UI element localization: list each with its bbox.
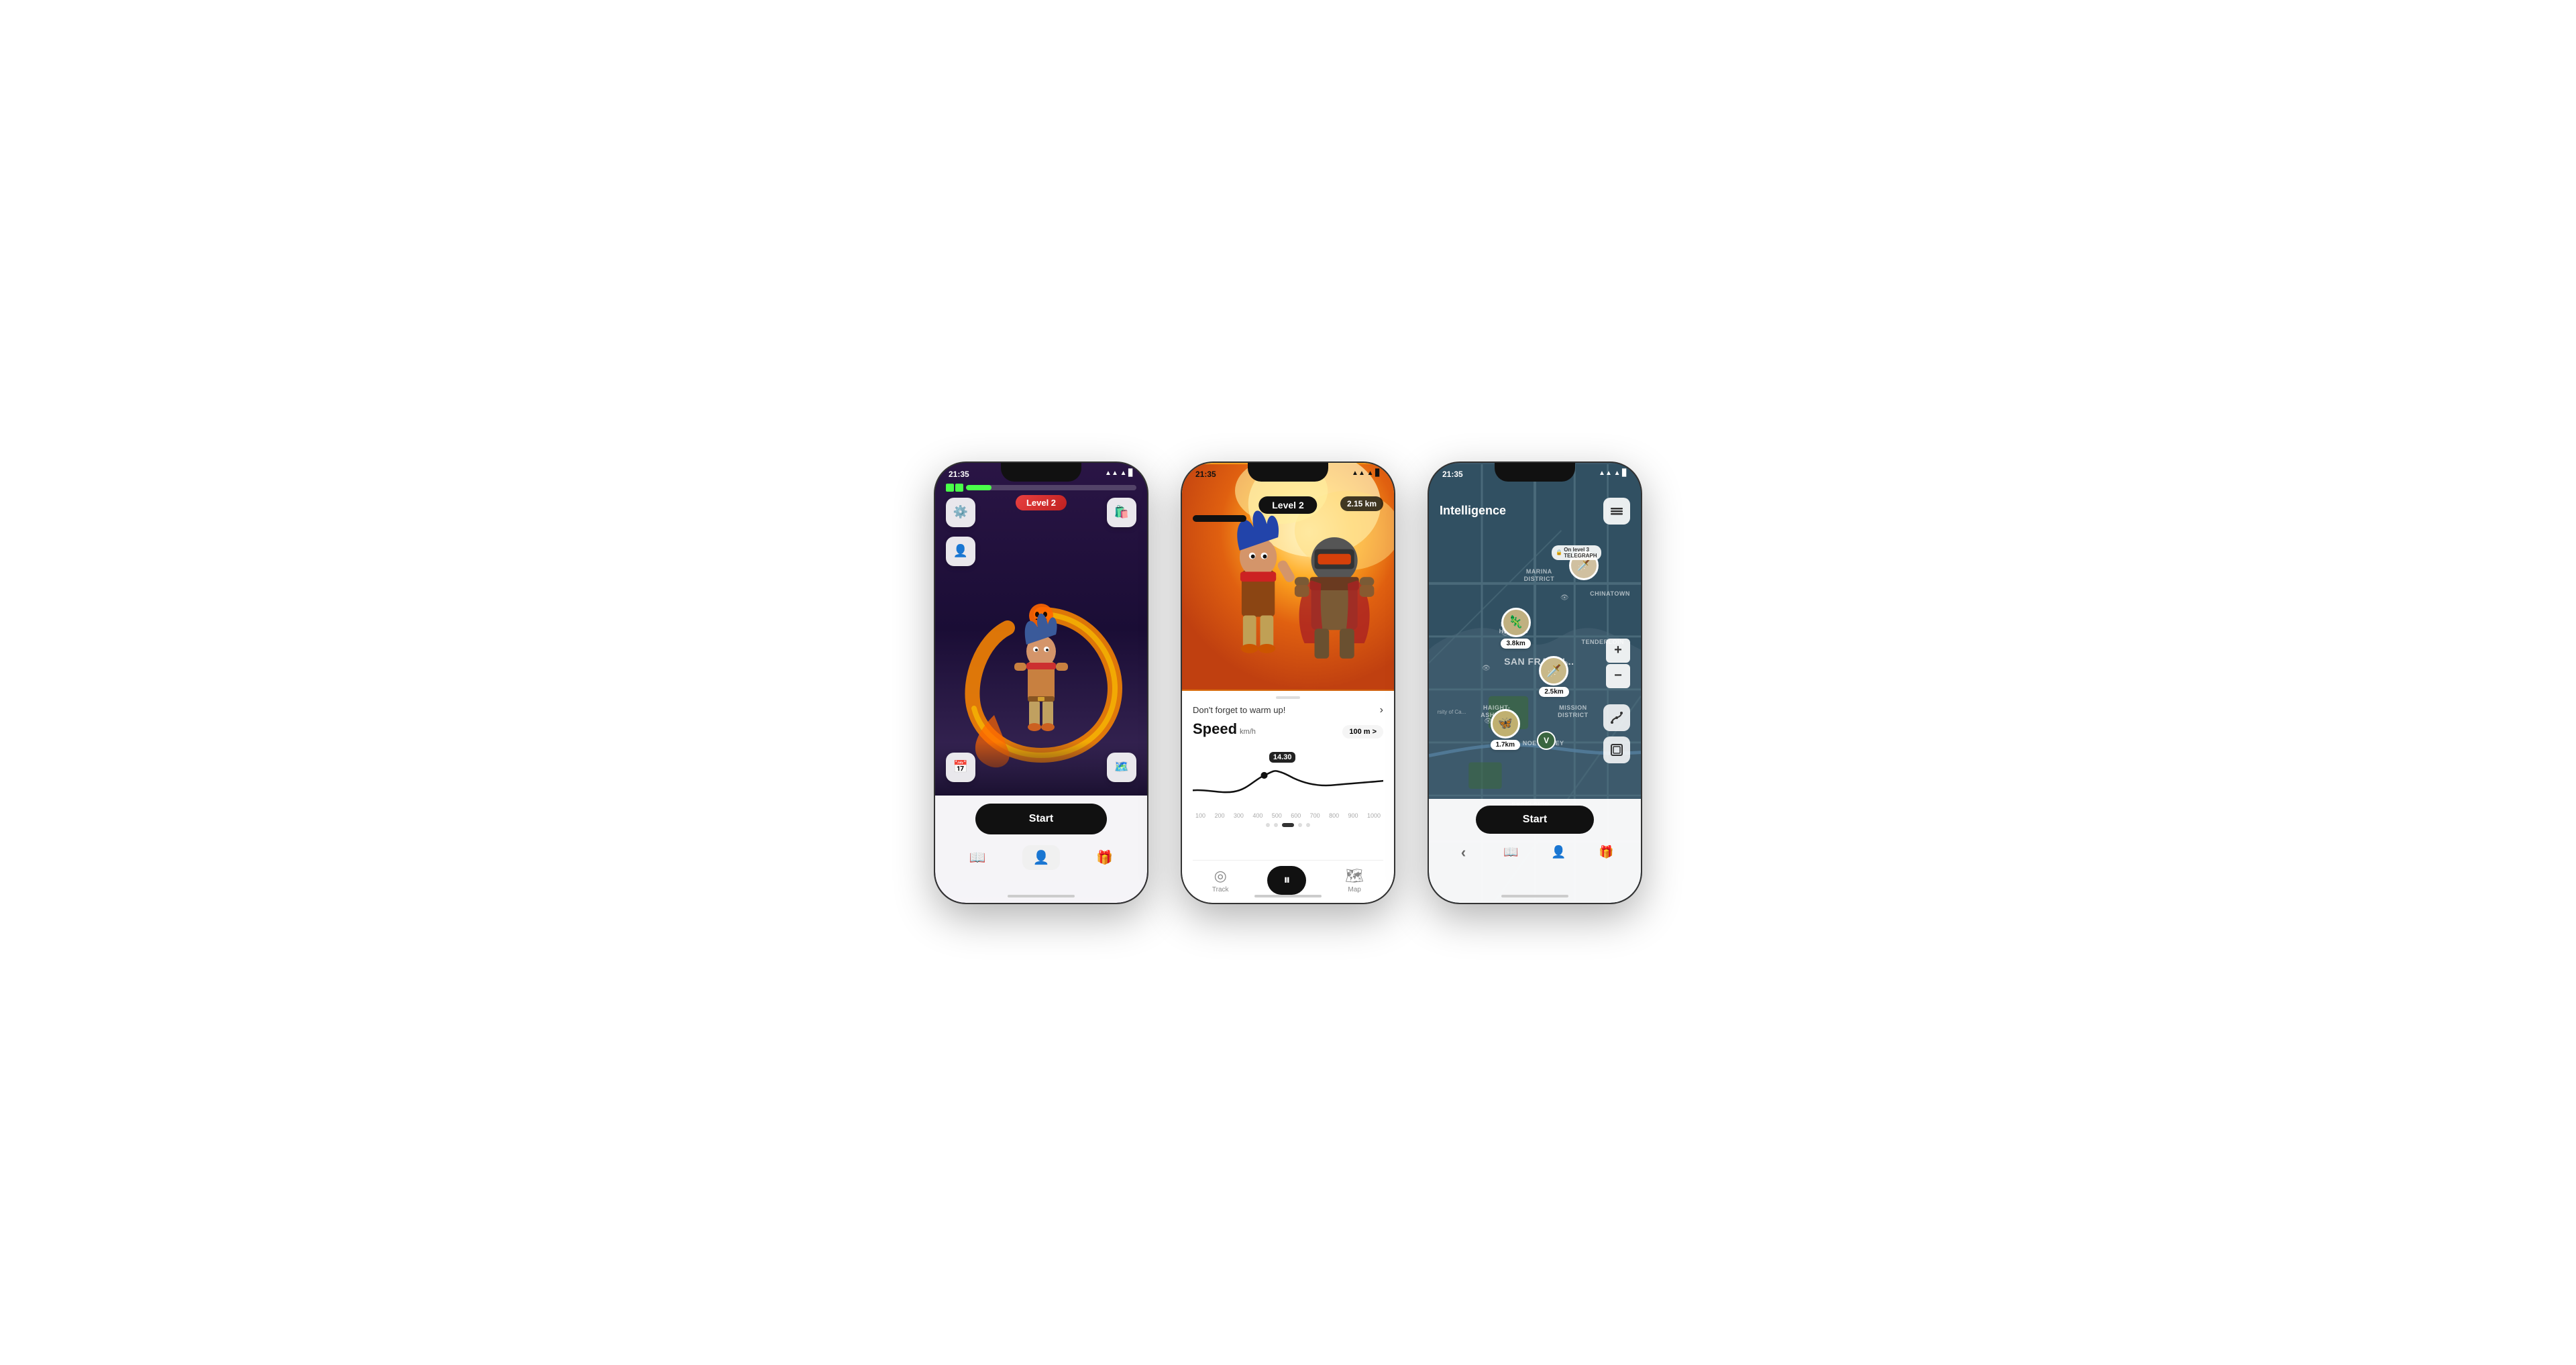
eye-icon-5: 👁: [1560, 594, 1569, 602]
zoom-out-button[interactable]: −: [1606, 664, 1630, 688]
status-time-3: 21:35: [1442, 470, 1463, 479]
distance-chip[interactable]: 100 m >: [1342, 725, 1383, 739]
track-label: Track: [1212, 886, 1229, 893]
phones-container: 21:35 ▲▲ ▲ ▊: [907, 435, 1669, 931]
tab-gift-3[interactable]: 🎁: [1593, 842, 1620, 863]
start-button-1[interactable]: Start: [975, 804, 1107, 834]
tab-book-1[interactable]: 📖: [959, 845, 997, 870]
start-button-3[interactable]: Start: [1476, 806, 1594, 834]
map-label: Map: [1348, 886, 1360, 893]
marker-1-7km[interactable]: 🦋 1.7km: [1491, 709, 1520, 750]
dot-1: [1266, 823, 1270, 827]
warm-up-text: Don't forget to warm up!: [1193, 705, 1285, 715]
layers-button[interactable]: [1603, 498, 1630, 525]
speed-row: Speed km/h 100 m >: [1193, 720, 1383, 739]
warm-up-row: Don't forget to warm up! ›: [1193, 704, 1383, 716]
status-icons-2: ▲▲ ▲ ▊: [1352, 470, 1381, 477]
phone-3: 21:35 ▲▲ ▲ ▊: [1428, 461, 1642, 904]
marker-2-5km[interactable]: 🗡️ 2.5km: [1539, 656, 1568, 697]
map-button[interactable]: 🗺️: [1107, 753, 1136, 782]
person-button[interactable]: 👤: [946, 537, 975, 566]
calendar-button[interactable]: 📅: [946, 753, 975, 782]
tab-map-2[interactable]: 🗺 Map: [1345, 867, 1364, 893]
chart-x-labels: 100 200 300 400 500 600 700 800 900 1000: [1193, 812, 1383, 819]
home-indicator-3: [1501, 895, 1568, 897]
notch-3: [1495, 463, 1575, 482]
crop-button[interactable]: [1603, 736, 1630, 763]
tab-person-3[interactable]: 👤: [1546, 842, 1572, 863]
zoom-in-button[interactable]: +: [1606, 639, 1630, 663]
person-icon-1: 👤: [1033, 849, 1050, 866]
tab-back[interactable]: ‹: [1450, 842, 1477, 863]
phone1-bottom: Start 📖 👤 🎁: [935, 796, 1147, 903]
dot-3: [1282, 823, 1294, 827]
level-badge-2: Level 2: [1258, 496, 1317, 514]
track-icon: ◎: [1214, 867, 1227, 885]
home-indicator-1: [1008, 895, 1075, 897]
bag-button[interactable]: 🛍️: [1107, 498, 1136, 527]
speed-chart: 14.30: [1193, 747, 1383, 807]
distance-label-4: 1.7km: [1491, 740, 1520, 750]
status-time-2: 21:35: [1195, 470, 1216, 479]
v-marker: V: [1537, 731, 1556, 750]
progress-bar-2: [1193, 515, 1246, 522]
distance-badge: 2.15 km: [1340, 496, 1383, 511]
phone2-screen: 21:35 ▲▲ ▲ ▊: [1182, 463, 1394, 903]
right-actions: [1603, 704, 1630, 763]
status-icons-1: ▲▲ ▲ ▊: [1105, 470, 1134, 477]
status-icons-3: ▲▲ ▲ ▊: [1599, 470, 1627, 477]
chart-value-label: 14.30: [1269, 752, 1296, 763]
intelligence-title: Intelligence: [1440, 504, 1506, 518]
university-label: rsity of Ca...: [1438, 709, 1466, 716]
distance-label-3: 2.5km: [1539, 687, 1568, 697]
status-time-1: 21:35: [949, 470, 969, 479]
book-icon: 📖: [969, 849, 986, 866]
phone-1: 21:35 ▲▲ ▲ ▊: [934, 461, 1148, 904]
tab-gift-1[interactable]: 🎁: [1085, 845, 1124, 870]
notch-1: [1001, 463, 1081, 482]
speed-unit: km/h: [1240, 728, 1256, 736]
distance-label-2: 3.8km: [1501, 639, 1530, 649]
eye-icon-2: 👁: [1482, 665, 1491, 672]
home-indicator-2: [1254, 895, 1322, 897]
speed-label: Speed: [1193, 720, 1237, 738]
map-icon-2: 🗺: [1345, 867, 1364, 885]
marina-district-label: MARINADISTRICT: [1524, 568, 1555, 583]
level-badge-1: Level 2: [1016, 495, 1067, 510]
gear-button[interactable]: ⚙️: [946, 498, 975, 527]
phone3-tab-bar: ‹ 📖 👤 🎁: [1440, 839, 1630, 866]
marker-telegraph[interactable]: 🗡️ 🔒 On level 3TELEGRAPH: [1569, 551, 1599, 580]
dot-4: [1298, 823, 1302, 827]
marker-avatar-3: 🗡️: [1539, 656, 1568, 686]
dot-2: [1274, 823, 1278, 827]
page-dots: [1193, 823, 1383, 827]
tab-bar-1: 📖 👤 🎁: [946, 840, 1136, 875]
mission-label: MISSIONDISTRICT: [1558, 704, 1589, 719]
gift-icon-1: 🎁: [1096, 849, 1113, 866]
phone-2: 21:35 ▲▲ ▲ ▊: [1181, 461, 1395, 904]
character-figure-1: [1001, 608, 1081, 742]
notch-2: [1248, 463, 1328, 482]
chinatown-label: CHINATOWN: [1590, 590, 1630, 598]
marker-3-8km[interactable]: 🦎 3.8km: [1501, 608, 1530, 649]
marker-avatar-4: 🦋: [1491, 709, 1520, 739]
telegraph-badge: 🔒 On level 3TELEGRAPH: [1552, 545, 1601, 560]
pause-button[interactable]: ⏸: [1267, 866, 1306, 895]
tab-book-3[interactable]: 📖: [1498, 842, 1525, 863]
phone2-tab-bar: ◎ Track ⏸ 🗺 Map: [1193, 860, 1383, 897]
zoom-controls: + −: [1606, 639, 1630, 688]
phone3-header: Intelligence: [1429, 492, 1641, 530]
route-button[interactable]: [1603, 704, 1630, 731]
marker-avatar-2: 🦎: [1501, 608, 1531, 637]
tab-track[interactable]: ◎ Track: [1212, 867, 1229, 893]
phone2-panel: Don't forget to warm up! › Speed km/h 10…: [1182, 691, 1394, 903]
warm-up-arrow: ›: [1380, 704, 1383, 716]
dot-5: [1306, 823, 1310, 827]
phone3-bottom: Start ‹ 📖 👤 🎁: [1429, 799, 1641, 903]
phone2-hero: Level 2 2.15 km: [1182, 463, 1394, 691]
drag-indicator: [1276, 696, 1300, 699]
tab-person-1[interactable]: 👤: [1022, 845, 1061, 870]
phone1-screen: 21:35 ▲▲ ▲ ▊: [935, 463, 1147, 903]
phone3-screen: 21:35 ▲▲ ▲ ▊: [1429, 463, 1641, 903]
